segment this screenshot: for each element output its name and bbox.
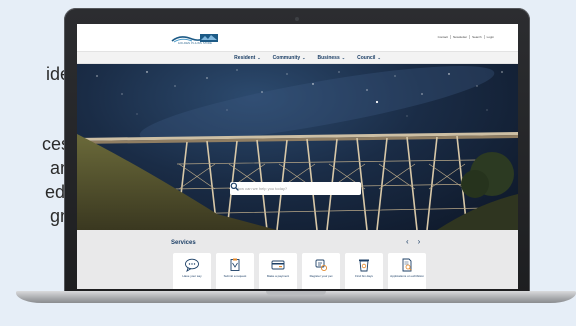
service-tile-label: Find bin days	[355, 274, 373, 278]
utility-link-search[interactable]: Search	[470, 35, 485, 39]
utility-link-login[interactable]: Login	[485, 35, 496, 39]
service-tile-have-your-say[interactable]: Have your say	[173, 253, 211, 289]
main-nav: Resident ⌄ Community ⌄ Business ⌄ Counci…	[77, 51, 518, 64]
nav-item-council[interactable]: Council ⌄	[357, 55, 381, 61]
service-tile-label: Have your say	[182, 274, 202, 278]
site-logo[interactable]: GOLDEN PLAINS SHIRE	[170, 31, 220, 47]
carousel-controls: ‹ ›	[406, 238, 420, 246]
nav-item-label: Community	[272, 54, 301, 61]
slide-text-fragment: an	[49, 158, 70, 178]
slide-text-fragment: gn	[49, 206, 70, 226]
slide-text-fragment: ces	[41, 134, 70, 154]
slide-text-fragment: ed.	[44, 182, 70, 202]
laptop-notch	[266, 291, 326, 295]
service-tile-label: Applications on exhibition	[390, 274, 424, 278]
service-tile-applications-exhibition[interactable]: Applications on exhibition	[388, 253, 426, 289]
hero-image-trestle-bridge	[77, 65, 518, 230]
nav-item-label: Resident	[234, 54, 256, 61]
service-tile-find-bin-days[interactable]: Find bin days	[345, 253, 383, 289]
logo-caption: GOLDEN PLAINS SHIRE	[177, 42, 213, 45]
site-header: GOLDEN PLAINS SHIRE Contact Newsletter S…	[77, 24, 518, 51]
nav-item-label: Council	[357, 54, 376, 61]
search-input[interactable]: How can we help you today?	[230, 182, 361, 195]
chevron-right-icon[interactable]: ›	[418, 238, 421, 246]
service-tile-register-pet[interactable]: Register your pet	[302, 253, 340, 289]
hero-banner: How can we help you today?	[77, 64, 518, 230]
chevron-down-icon: ⌄	[341, 55, 346, 60]
service-tile-label: Submit a request	[223, 274, 247, 278]
bin-icon	[359, 259, 369, 272]
payment-card-icon	[271, 260, 285, 270]
service-tiles: Have your say Submit a request Make a pa…	[173, 253, 426, 289]
nav-item-resident[interactable]: Resident ⌄	[234, 55, 260, 61]
nav-item-community[interactable]: Community ⌄	[273, 55, 306, 61]
utility-link-contact[interactable]: Contact	[436, 35, 451, 39]
chevron-down-icon: ⌄	[302, 55, 306, 60]
pet-tag-icon	[315, 259, 328, 272]
utility-links: Contact Newsletter Search Login	[436, 35, 496, 39]
services-section: Services ‹ › Have your say Submit a requ…	[77, 230, 518, 289]
services-title: Services	[171, 240, 196, 246]
service-tile-label: Register your pet	[309, 274, 333, 278]
service-tile-make-payment[interactable]: Make a payment	[259, 253, 297, 289]
utility-link-newsletter[interactable]: Newsletter	[451, 35, 471, 39]
webcam-icon	[295, 17, 299, 21]
service-tile-submit-request[interactable]: Submit a request	[216, 253, 254, 289]
document-search-icon	[402, 258, 412, 272]
speech-bubble-icon	[185, 258, 199, 272]
browser-screen: GOLDEN PLAINS SHIRE Contact Newsletter S…	[77, 24, 518, 289]
search-placeholder: How can we help you today?	[236, 186, 288, 191]
laptop-base	[16, 291, 576, 303]
nav-item-business[interactable]: Business ⌄	[318, 55, 346, 61]
chevron-left-icon[interactable]: ‹	[406, 238, 409, 246]
clipboard-icon	[230, 258, 240, 271]
nav-item-label: Business	[317, 54, 340, 61]
chevron-down-icon: ⌄	[257, 55, 261, 60]
search-icon[interactable]	[230, 182, 239, 191]
service-tile-label: Make a payment	[266, 274, 290, 278]
chevron-down-icon: ⌄	[377, 55, 381, 60]
